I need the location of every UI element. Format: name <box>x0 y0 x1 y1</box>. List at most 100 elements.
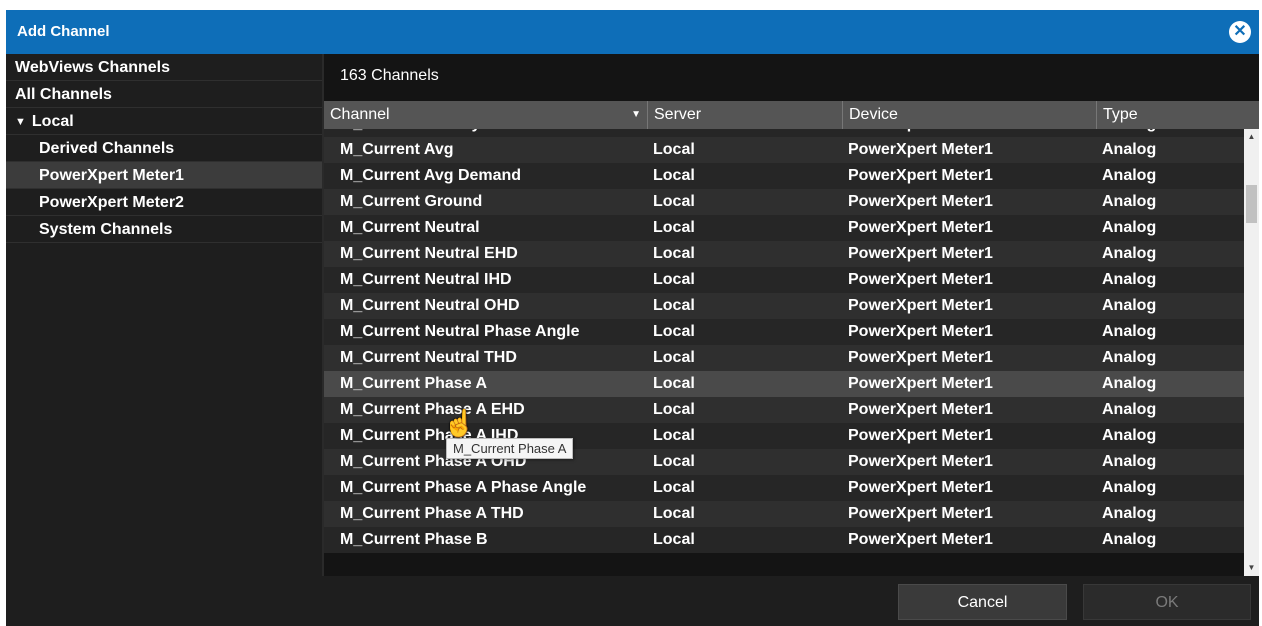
table-row[interactable]: M_Current Neutral Local PowerXpert Meter1 A… <box>324 215 1244 241</box>
cell-device: PowerXpert Meter1 <box>848 349 993 366</box>
cell-device: PowerXpert Meter1 <box>848 401 993 418</box>
cell-type: Analog <box>1102 141 1157 158</box>
cancel-button[interactable]: Cancel <box>898 584 1067 620</box>
table-row[interactable]: M_Current Avg Local PowerXpert Meter1 Analo… <box>324 137 1244 163</box>
cell-device: PowerXpert Meter1 <box>848 479 993 496</box>
cell-device: PowerXpert Meter1 <box>848 375 993 392</box>
table-row[interactable]: M_Current Phase A Phase Angle Local PowerX… <box>324 475 1244 501</box>
sidebar-item-powerxpert-meter2[interactable]: PowerXpert Meter2 <box>6 189 322 216</box>
cell-device: PowerXpert Meter1 <box>848 193 993 210</box>
dialog-footer: Cancel OK <box>6 576 1259 626</box>
cell-server: Local <box>653 297 695 314</box>
cell-server: Local <box>653 505 695 522</box>
sort-arrow-icon[interactable]: ▼ <box>631 101 641 129</box>
cell-server: Local <box>653 453 695 470</box>
cell-server: Local <box>653 271 695 288</box>
cell-type: Analog <box>1102 297 1157 314</box>
cell-server: Local <box>653 401 695 418</box>
table-row[interactable]: M_Current Phase A THD Local PowerXpert Met… <box>324 501 1244 527</box>
tooltip: M_Current Phase A <box>446 438 574 459</box>
cell-channel: M_Current Neutral Phase Angle <box>340 323 580 340</box>
dialog-titlebar: Add Channel ✕ <box>6 10 1259 54</box>
cell-server: Local <box>653 129 695 137</box>
table-row[interactable]: M_Current Neutral THD Local PowerXpert Met… <box>324 345 1244 371</box>
sidebar-item-label: Local <box>31 113 74 130</box>
scroll-down-arrow-icon[interactable]: ▼ <box>1244 560 1259 576</box>
table-body: M_Crest Factor System Max Local PowerXpe… <box>324 129 1244 576</box>
cell-server: Local <box>653 531 695 548</box>
cell-channel: M_Current Phase A THD <box>340 505 524 522</box>
column-header-device[interactable]: Device <box>843 101 1097 129</box>
expand-triangle-icon[interactable]: ▼ <box>15 109 26 136</box>
cell-channel: M_Current Phase A <box>340 375 487 392</box>
add-channel-dialog: Add Channel ✕ WebViews Channels All Chan… <box>6 10 1259 626</box>
cell-device: PowerXpert Meter1 <box>848 245 993 262</box>
sidebar-item-powerxpert-meter1[interactable]: PowerXpert Meter1 <box>6 162 322 189</box>
cell-type: Analog <box>1102 375 1157 392</box>
column-header-label: Server <box>654 106 702 123</box>
table-row[interactable]: M_Current Neutral Phase Angle Local PowerX… <box>324 319 1244 345</box>
cell-channel: M_Current Phase A EHD <box>340 401 525 418</box>
scroll-thumb[interactable] <box>1246 185 1257 223</box>
cell-type: Analog <box>1102 349 1157 366</box>
column-header-channel[interactable]: Channel ▼ <box>324 101 648 129</box>
sidebar-item-all-channels[interactable]: All Channels <box>6 81 322 108</box>
cell-channel: M_Current Ground <box>340 193 483 210</box>
vertical-scrollbar[interactable]: ▲ ▼ <box>1244 129 1259 576</box>
column-header-server[interactable]: Server <box>648 101 843 129</box>
cell-device: PowerXpert Meter1 <box>848 531 993 548</box>
sidebar-item-label: PowerXpert Meter2 <box>39 194 184 211</box>
cell-type: Analog <box>1102 193 1157 210</box>
sidebar-item-label: System Channels <box>39 221 173 238</box>
cell-device: PowerXpert Meter1 <box>848 219 993 236</box>
cell-device: PowerXpert Meter1 <box>848 297 993 314</box>
cell-channel: M_Current Neutral <box>340 219 480 236</box>
cell-device: PowerXpert Meter1 <box>848 505 993 522</box>
table-row[interactable]: M_Current Neutral IHD Local PowerXpert Met… <box>324 267 1244 293</box>
cell-server: Local <box>653 245 695 262</box>
cell-type: Analog <box>1102 401 1157 418</box>
scroll-up-arrow-icon[interactable]: ▲ <box>1244 129 1259 145</box>
cell-device: PowerXpert Meter1 <box>848 271 993 288</box>
column-header-type[interactable]: Type <box>1097 101 1259 129</box>
cell-type: Analog <box>1102 219 1157 236</box>
sidebar-item-label: WebViews Channels <box>15 59 171 76</box>
cell-type: Analog <box>1102 505 1157 522</box>
cell-server: Local <box>653 427 695 444</box>
sidebar-item-system-channels[interactable]: System Channels <box>6 216 322 243</box>
close-icon[interactable]: ✕ <box>1229 21 1251 43</box>
cell-type: Analog <box>1102 479 1157 496</box>
cell-type: Analog <box>1102 129 1156 137</box>
cell-type: Analog <box>1102 271 1157 288</box>
cell-device: PowerXpert Meter1 <box>848 141 993 158</box>
cell-device: PowerXpert Meter1 <box>848 323 993 340</box>
cell-server: Local <box>653 167 695 184</box>
cell-server: Local <box>653 349 695 366</box>
column-header-label: Device <box>849 106 898 123</box>
cell-channel: M_Current Neutral THD <box>340 349 517 366</box>
cell-channel: M_Current Avg <box>340 141 454 158</box>
sidebar-item-derived-channels[interactable]: Derived Channels <box>6 135 322 162</box>
cell-server: Local <box>653 219 695 236</box>
channel-count: 163 Channels <box>340 67 439 84</box>
channel-panel: 163 Channels Channel ▼ Server Device Type… <box>322 54 1259 576</box>
cell-channel: M_Crest Factor System Max <box>340 129 553 137</box>
cell-channel: M_Current Neutral OHD <box>340 297 520 314</box>
cell-type: Analog <box>1102 427 1157 444</box>
cell-device: PowerXpert Meter1 <box>848 129 993 137</box>
table-row[interactable]: M_Current Avg Demand Local PowerXpert Mete… <box>324 163 1244 189</box>
sidebar-item-label: All Channels <box>15 86 112 103</box>
table-row[interactable]: M_Crest Factor System Max Local PowerXpe… <box>324 129 1244 137</box>
sidebar-item-local[interactable]: ▼ Local <box>6 108 322 135</box>
table-row[interactable]: M_Current Ground Local PowerXpert Meter1 An… <box>324 189 1244 215</box>
ok-button[interactable]: OK <box>1083 584 1251 620</box>
table-row[interactable]: M_Current Phase A Local PowerXpert Meter1 A… <box>324 371 1244 397</box>
table-row[interactable]: M_Current Phase B Local PowerXpert Meter1 A… <box>324 527 1244 553</box>
sidebar-item-webviews-channels[interactable]: WebViews Channels <box>6 54 322 81</box>
cell-type: Analog <box>1102 245 1157 262</box>
column-header-label: Type <box>1103 106 1138 123</box>
cell-type: Analog <box>1102 167 1157 184</box>
cell-server: Local <box>653 193 695 210</box>
table-row[interactable]: M_Current Neutral OHD Local PowerXpert Met… <box>324 293 1244 319</box>
table-row[interactable]: M_Current Neutral EHD Local PowerXpert Met… <box>324 241 1244 267</box>
